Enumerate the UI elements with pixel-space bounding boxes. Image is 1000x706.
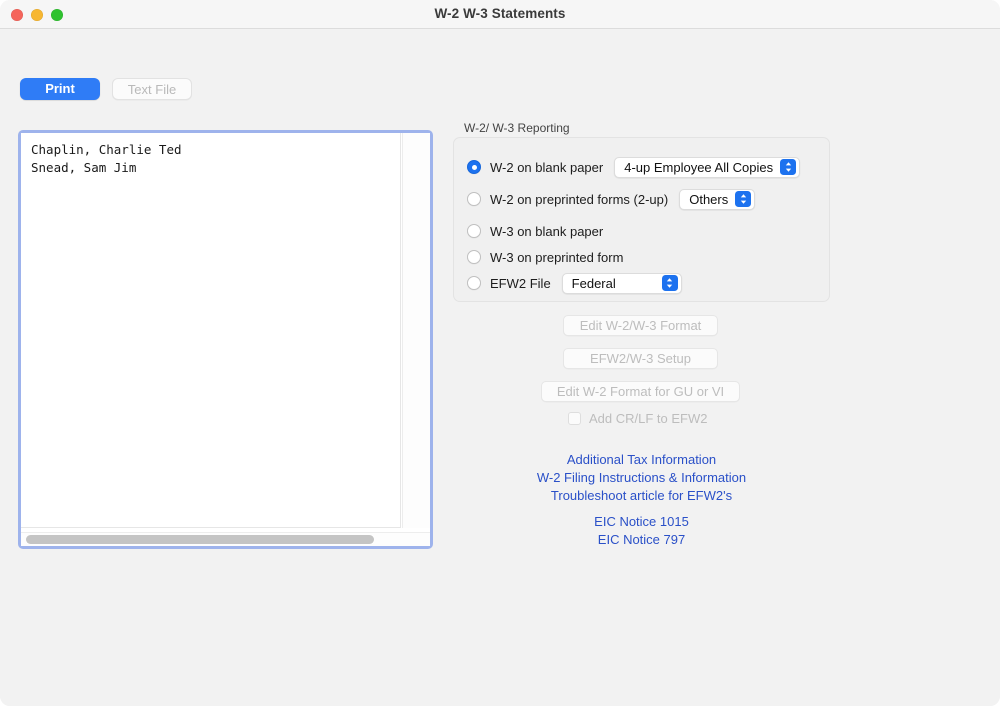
radio-efw2-file[interactable]: EFW2 File Federal bbox=[467, 272, 682, 294]
reporting-group-label: W-2/ W-3 Reporting bbox=[464, 121, 570, 135]
link-w2-filing-instructions[interactable]: W-2 Filing Instructions & Information bbox=[453, 470, 830, 485]
vertical-scrollbar[interactable] bbox=[402, 133, 430, 528]
employee-list-inner: Chaplin, Charlie Ted Snead, Sam Jim bbox=[21, 133, 430, 546]
radio-indicator[interactable] bbox=[467, 250, 481, 264]
list-item[interactable]: Chaplin, Charlie Ted bbox=[31, 141, 400, 159]
dropdown-value: Federal bbox=[571, 275, 616, 291]
window-content: Print Text File Chaplin, Charlie Ted Sne… bbox=[0, 29, 1000, 706]
add-crlf-label: Add CR/LF to EFW2 bbox=[589, 411, 708, 426]
reporting-group-box: W-2 on blank paper 4-up Employee All Cop… bbox=[453, 137, 830, 302]
chevron-updown-icon bbox=[780, 159, 797, 175]
dropdown-value: 4-up Employee All Copies bbox=[624, 159, 774, 175]
radio-label: EFW2 File bbox=[490, 275, 551, 291]
w2-blank-paper-dropdown[interactable]: 4-up Employee All Copies bbox=[614, 156, 801, 178]
add-crlf-checkbox bbox=[568, 412, 581, 425]
edit-w2-w3-format-button: Edit W-2/W-3 Format bbox=[563, 315, 718, 336]
w2-w3-statements-window: W-2 W-3 Statements Print Text File Chapl… bbox=[0, 0, 1000, 706]
dropdown-value: Others bbox=[689, 191, 729, 207]
text-file-button: Text File bbox=[112, 78, 192, 100]
link-troubleshoot-efw2[interactable]: Troubleshoot article for EFW2's bbox=[453, 488, 830, 503]
edit-w2-format-gu-vi-button: Edit W-2 Format for GU or VI bbox=[541, 381, 740, 402]
chevron-updown-icon bbox=[661, 275, 678, 291]
horizontal-scrollbar-thumb[interactable] bbox=[26, 535, 374, 544]
efw2-file-dropdown[interactable]: Federal bbox=[561, 272, 682, 294]
link-additional-tax-information[interactable]: Additional Tax Information bbox=[453, 452, 830, 467]
chevron-updown-icon bbox=[735, 191, 752, 207]
add-crlf-checkbox-row: Add CR/LF to EFW2 bbox=[568, 411, 707, 426]
radio-w3-blank-paper[interactable]: W-3 on blank paper bbox=[467, 220, 603, 242]
efw2-w3-setup-button: EFW2/W-3 Setup bbox=[563, 348, 718, 369]
print-button[interactable]: Print bbox=[20, 78, 100, 100]
radio-w3-preprinted-form[interactable]: W-3 on preprinted form bbox=[467, 246, 623, 268]
window-title: W-2 W-3 Statements bbox=[434, 6, 566, 21]
radio-indicator-selected[interactable] bbox=[467, 160, 481, 174]
radio-label: W-2 on blank paper bbox=[490, 159, 604, 175]
radio-w2-preprinted-2up[interactable]: W-2 on preprinted forms (2-up) Others bbox=[467, 188, 756, 210]
w2-preprinted-dropdown[interactable]: Others bbox=[679, 188, 756, 210]
link-eic-notice-797[interactable]: EIC Notice 797 bbox=[453, 532, 830, 547]
radio-indicator[interactable] bbox=[467, 224, 481, 238]
window-titlebar: W-2 W-3 Statements bbox=[0, 0, 1000, 29]
radio-indicator[interactable] bbox=[467, 276, 481, 290]
radio-indicator[interactable] bbox=[467, 192, 481, 206]
horizontal-scrollbar[interactable] bbox=[21, 532, 430, 546]
radio-label: W-3 on preprinted form bbox=[490, 249, 624, 265]
link-eic-notice-1015[interactable]: EIC Notice 1015 bbox=[453, 514, 830, 529]
radio-label: W-3 on blank paper bbox=[490, 223, 604, 239]
radio-label: W-2 on preprinted forms (2-up) bbox=[490, 191, 669, 207]
employee-list-box[interactable]: Chaplin, Charlie Ted Snead, Sam Jim bbox=[18, 130, 433, 549]
list-item[interactable]: Snead, Sam Jim bbox=[31, 159, 400, 177]
employee-list-field[interactable]: Chaplin, Charlie Ted Snead, Sam Jim bbox=[21, 133, 401, 528]
radio-w2-blank-paper[interactable]: W-2 on blank paper 4-up Employee All Cop… bbox=[467, 156, 801, 178]
